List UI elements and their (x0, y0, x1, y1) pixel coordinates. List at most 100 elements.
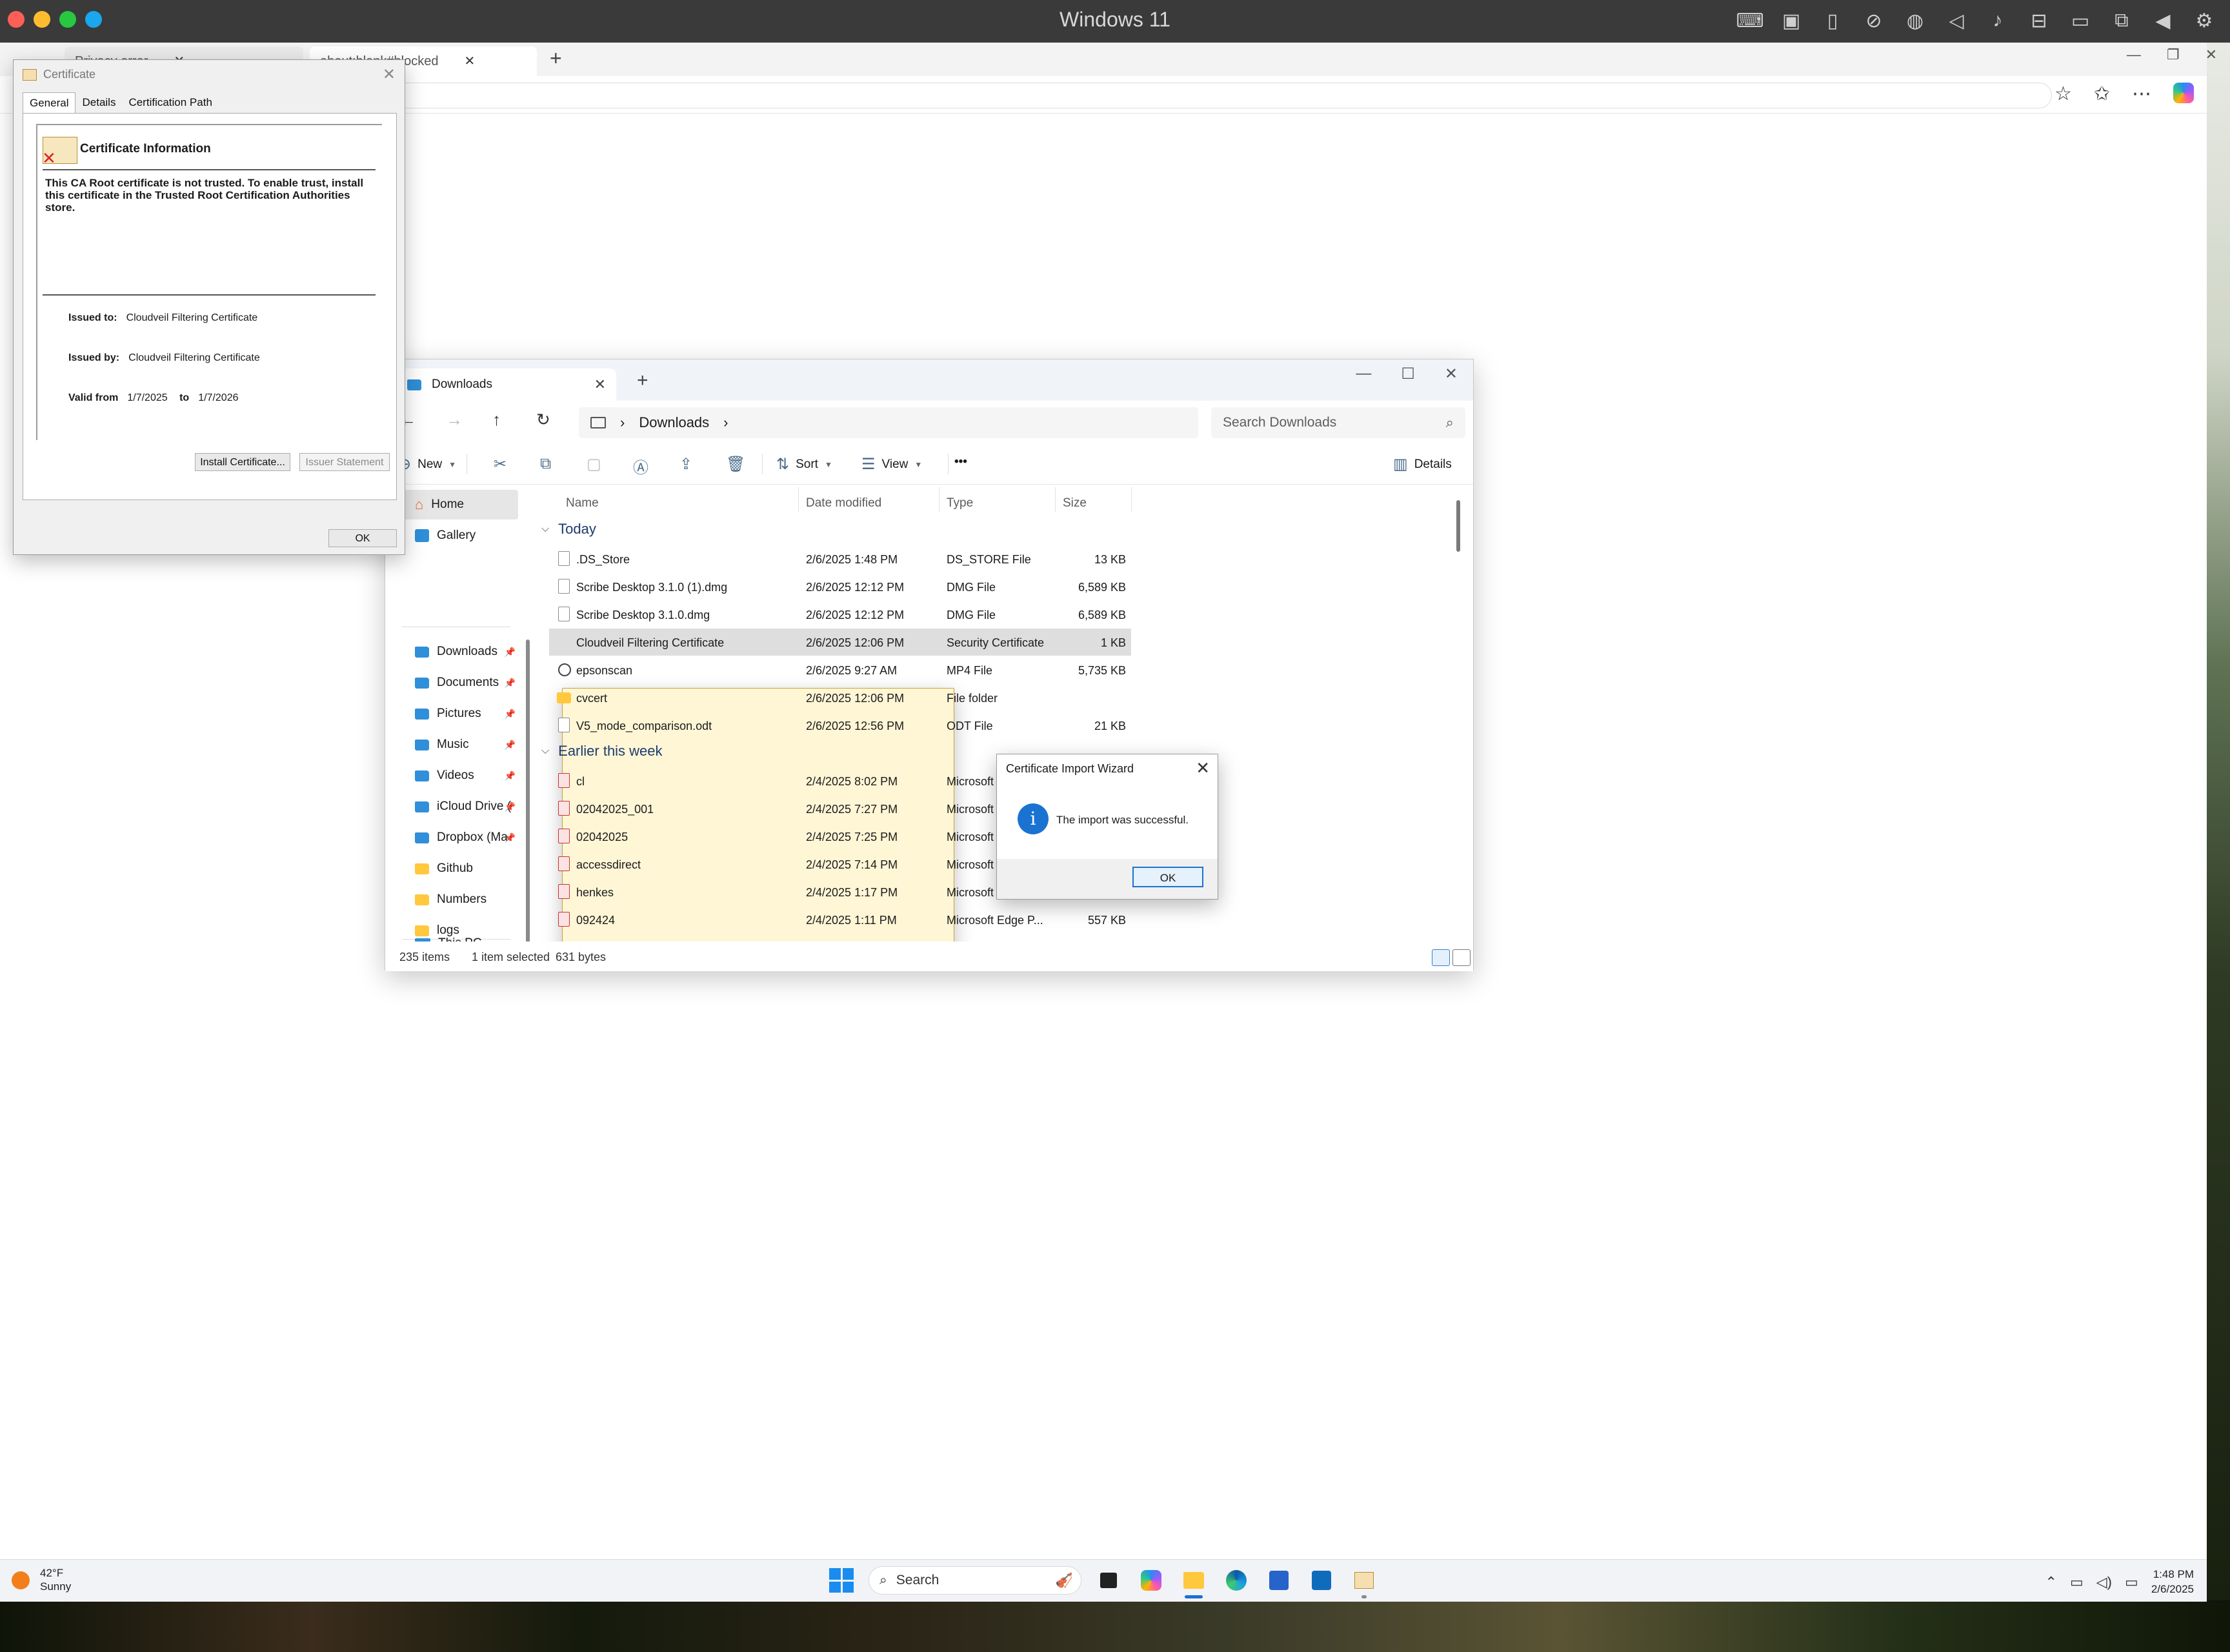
store-app[interactable] (1263, 1565, 1294, 1596)
volume-icon[interactable]: ◁) (2096, 1574, 2112, 1591)
paste-button[interactable]: ▢ (587, 455, 601, 474)
close-icon[interactable]: ✕ (464, 54, 475, 68)
battery-icon[interactable]: ▭ (2125, 1574, 2138, 1591)
nav-item-documents[interactable]: Documents 📌 (396, 668, 518, 698)
cut-button[interactable]: ✂ (494, 455, 507, 474)
more-options-icon[interactable]: ⋯ (2132, 83, 2151, 105)
favorite-star-icon[interactable]: ☆ (2054, 83, 2072, 105)
weather-sun-icon[interactable] (12, 1571, 30, 1589)
explorer-tab-downloads[interactable]: Downloads ✕ (394, 368, 616, 401)
gear-icon[interactable]: ⚙ (2190, 8, 2218, 34)
new-tab-button[interactable]: + (637, 370, 648, 392)
file-row-scribe-desktop-1[interactable]: Scribe Desktop 3.1.0 (1).dmg 2/6/2025 12… (549, 573, 1131, 600)
minimize-icon[interactable]: — (2127, 46, 2141, 63)
up-arrow-icon[interactable]: ↑ (492, 410, 501, 430)
browser-new-tab-button[interactable]: + (550, 46, 562, 70)
nav-item-home[interactable]: ⌂ Home (396, 490, 518, 519)
volume-icon[interactable]: ◁ (1942, 8, 1971, 34)
share-button[interactable]: ⇪ (679, 455, 692, 474)
delete-button[interactable]: 🗑 (726, 455, 745, 474)
column-header-date[interactable]: Date modified (806, 496, 881, 510)
task-view-button[interactable] (1093, 1565, 1124, 1596)
close-icon[interactable]: ✕ (1445, 365, 1458, 383)
copy-button[interactable]: ⧉ (540, 455, 551, 473)
camera-off-icon[interactable]: ⊘ (1860, 8, 1888, 34)
start-button[interactable] (826, 1565, 857, 1596)
tab-certification-path[interactable]: Certification Path (122, 92, 218, 114)
usb-icon[interactable]: ▯ (1818, 8, 1847, 34)
details-pane-button[interactable]: ▥ Details (1393, 455, 1452, 474)
issuer-statement-button[interactable]: Issuer Statement (299, 453, 390, 471)
sort-button[interactable]: ⇅ Sort ▼ (776, 455, 832, 474)
weather-widget[interactable]: 42°F Sunny (40, 1566, 71, 1594)
nav-item-gallery[interactable]: Gallery (396, 521, 518, 550)
view-button[interactable]: ☰ View ▼ (861, 455, 922, 474)
certificate-app[interactable] (1349, 1565, 1380, 1598)
nav-item-icloud-drive[interactable]: iCloud Drive ( 📌 (396, 792, 518, 821)
group-header-today[interactable]: ⌵ Today (541, 521, 596, 538)
column-header-name[interactable]: Name (566, 496, 599, 510)
keyboard-icon[interactable]: ⌨ (1736, 8, 1764, 34)
column-divider[interactable] (1055, 487, 1056, 512)
column-divider[interactable] (1131, 487, 1132, 512)
close-icon[interactable]: ✕ (594, 376, 606, 393)
file-row-v5-mode-comparison[interactable]: V5_mode_comparison.odt 2/6/2025 12:56 PM… (549, 712, 1131, 739)
file-row-cvcert[interactable]: cvcert 2/6/2025 12:06 PM File folder (549, 684, 1131, 711)
nav-item-downloads[interactable]: Downloads 📌 (396, 637, 518, 667)
clock[interactable]: 1:48 PM 2/6/2025 (2151, 1567, 2194, 1597)
forward-arrow-icon[interactable]: → (446, 410, 463, 430)
video-icon[interactable]: ▭ (2066, 8, 2094, 34)
close-icon[interactable]: ✕ (2205, 46, 2217, 63)
tab-general[interactable]: General (23, 92, 76, 114)
close-icon[interactable]: ✕ (383, 65, 396, 84)
maximize-icon[interactable]: ☐ (1401, 365, 1415, 383)
favorites-icon[interactable]: ✩ (2094, 83, 2110, 105)
network-icon[interactable]: ▭ (2070, 1574, 2084, 1591)
nav-item-dropbox[interactable]: Dropbox (Ma 📌 (396, 823, 518, 852)
edge-app[interactable] (1221, 1565, 1252, 1596)
details-view-button[interactable] (1432, 949, 1450, 966)
breadcrumb-item-downloads[interactable]: Downloads (639, 414, 709, 431)
install-certificate-button[interactable]: Install Certificate... (195, 453, 290, 471)
nav-item-music[interactable]: Music 📌 (396, 730, 518, 760)
more-options-button[interactable]: ••• (954, 455, 967, 469)
copilot-app[interactable] (1136, 1565, 1167, 1596)
back-icon[interactable]: ◀ (2149, 8, 2177, 34)
nav-item-pictures[interactable]: Pictures 📌 (396, 699, 518, 729)
wizard-ok-button[interactable]: OK (1132, 867, 1203, 887)
certificate-ok-button[interactable]: OK (328, 529, 397, 547)
copilot-icon[interactable] (2173, 83, 2194, 103)
outlook-app[interactable] (1306, 1565, 1337, 1596)
file-row-cloudveil-certificate[interactable]: Cloudveil Filtering Certificate 2/6/2025… (549, 629, 1131, 942)
file-row-092424[interactable]: 092424 2/4/2025 1:11 PM Microsoft Edge P… (549, 906, 1131, 933)
file-list-scrollbar[interactable] (1456, 500, 1460, 552)
search-input[interactable]: Search Downloads ⌕ (1211, 407, 1465, 438)
screenshot-icon[interactable]: ⧉ (2107, 8, 2136, 34)
cpu-icon[interactable]: ▣ (1777, 8, 1805, 34)
close-icon[interactable]: ✕ (1196, 758, 1210, 778)
column-header-type[interactable]: Type (947, 496, 973, 510)
file-explorer-app[interactable] (1178, 1565, 1209, 1598)
browser-url-field[interactable] (387, 83, 2052, 108)
column-divider[interactable] (798, 487, 799, 512)
nav-item-github[interactable]: Github (396, 854, 518, 883)
refresh-icon[interactable]: ↻ (536, 410, 550, 430)
globe-icon[interactable]: ◍ (1901, 8, 1929, 34)
nav-item-videos[interactable]: Videos 📌 (396, 761, 518, 791)
drive-icon[interactable]: ⊟ (2025, 8, 2053, 34)
file-row-epsonscan[interactable]: epsonscan 2/6/2025 9:27 AM MP4 File 5,73… (549, 656, 1131, 683)
restore-icon[interactable]: ❐ (2167, 46, 2180, 63)
microphone-icon[interactable]: ♪ (1984, 8, 2012, 34)
taskbar-search[interactable]: ⌕ Search 🎻 (869, 1566, 1081, 1595)
rename-button[interactable]: Ⓐ (633, 455, 648, 478)
minimize-icon[interactable]: — (1356, 365, 1371, 383)
new-button[interactable]: ⊕ New ▼ (398, 455, 456, 474)
breadcrumb[interactable]: › Downloads › (579, 407, 1198, 438)
file-row-scribe-desktop[interactable]: Scribe Desktop 3.1.0.dmg 2/6/2025 12:12 … (549, 601, 1131, 628)
column-header-size[interactable]: Size (1063, 496, 1087, 510)
group-header-earlier-this-week[interactable]: ⌵ Earlier this week (541, 743, 663, 760)
nav-pane-scrollbar[interactable] (526, 640, 530, 943)
tab-details[interactable]: Details (75, 92, 122, 114)
tiles-view-button[interactable] (1452, 949, 1471, 966)
nav-item-numbers[interactable]: Numbers (396, 885, 518, 914)
